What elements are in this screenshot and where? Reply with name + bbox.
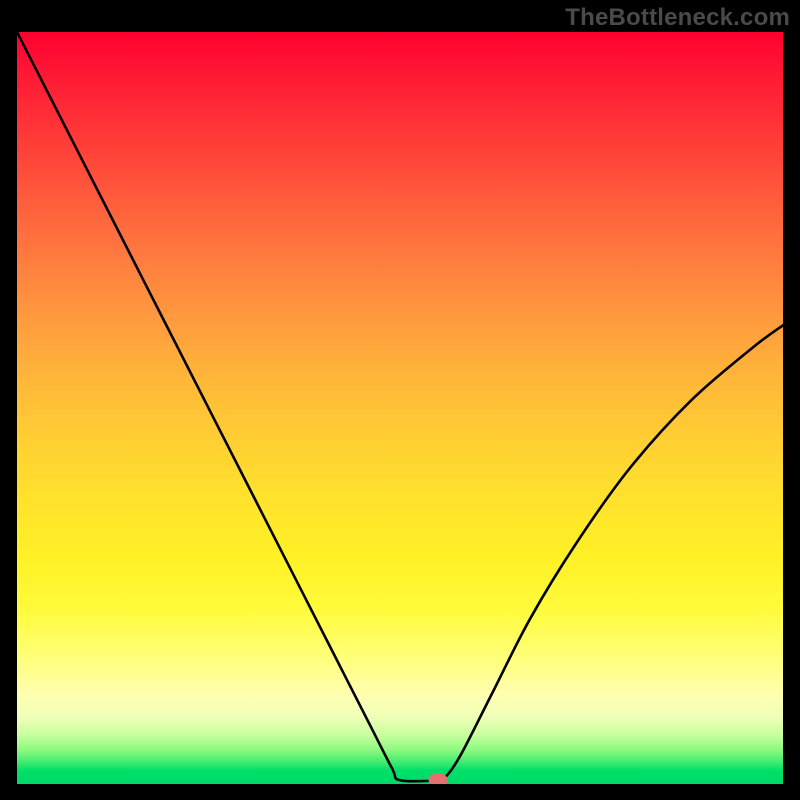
watermark-label: TheBottleneck.com [565,4,790,32]
bottleneck-curve [17,32,783,784]
optimum-marker [429,774,448,784]
plot-area [17,32,783,784]
chart-frame: TheBottleneck.com [0,0,800,800]
